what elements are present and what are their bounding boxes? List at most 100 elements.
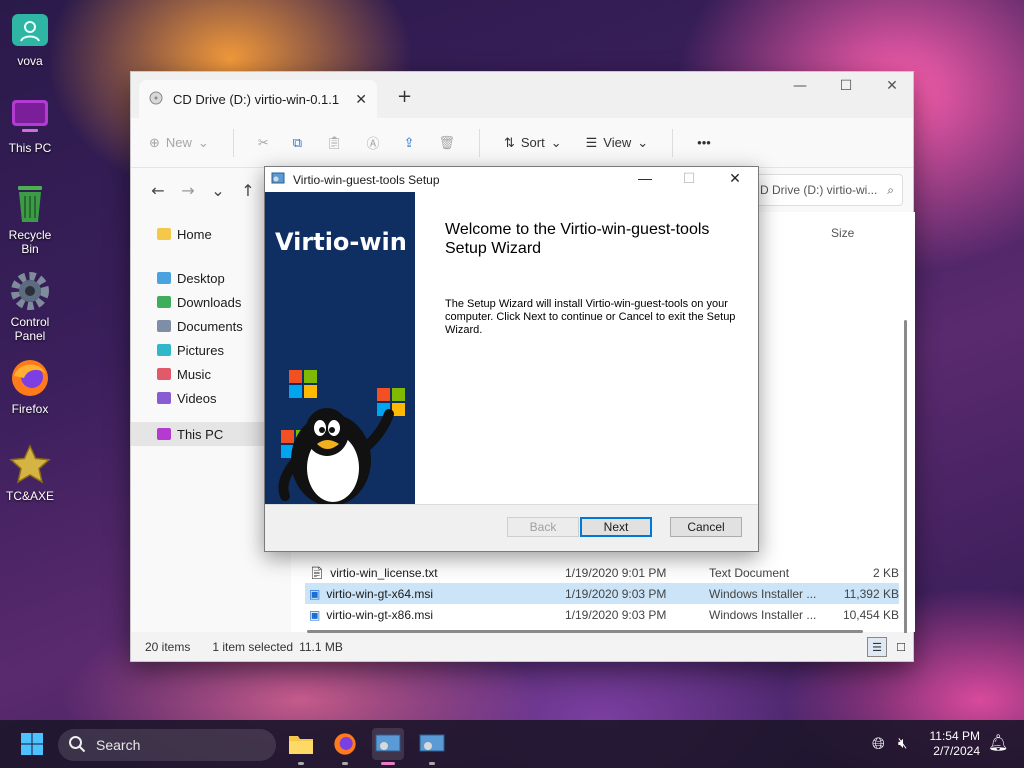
speaker-muted-icon[interactable]: 🔇︎ xyxy=(898,734,907,752)
videos-folder-icon xyxy=(157,392,171,404)
clock-date: 2/7/2024 xyxy=(933,744,980,758)
sort-button[interactable]: ⇅ Sort ⌄ xyxy=(504,135,562,151)
sort-icon: ⇅ xyxy=(503,134,515,150)
taskbar-setup-wizard[interactable] xyxy=(372,728,404,765)
table-row[interactable]: 📄︎ virtio-win_license.txt 1/19/2020 9:01 … xyxy=(305,562,899,583)
running-indicator xyxy=(298,762,304,765)
desktop-icon-vova[interactable]: vova xyxy=(2,8,58,68)
copy-button[interactable]: ⧉ xyxy=(293,135,302,151)
wizard-footer: Back Next Cancel xyxy=(265,504,758,552)
sidebar-item-label: Pictures xyxy=(177,342,224,358)
toolbar-divider xyxy=(478,128,480,157)
desktop-icon-recycle-bin[interactable]: Recycle Bin xyxy=(2,182,58,256)
desktop-icon-firefox[interactable]: Firefox xyxy=(2,356,58,416)
running-indicator xyxy=(342,762,348,765)
up-arrow-icon[interactable]: ↑ xyxy=(233,181,263,200)
view-button[interactable]: ☰ View ⌄ xyxy=(586,135,649,151)
back-button[interactable]: Back xyxy=(507,517,579,537)
notification-bell-icon[interactable]: 🔔︎ xyxy=(988,733,1008,752)
view-button-label: View xyxy=(603,135,632,150)
clock-time: 11:54 PM xyxy=(929,729,980,743)
taskbar-search[interactable]: Search xyxy=(58,729,276,761)
selection-count: 1 item selected xyxy=(212,640,294,654)
file-size: 11,392 KB xyxy=(843,586,899,601)
scissors-icon: ✂ xyxy=(257,134,269,150)
details-view-icon[interactable]: ☰ xyxy=(867,637,887,657)
cancel-button[interactable]: Cancel xyxy=(670,517,742,537)
globe-icon[interactable]: 🌐︎ xyxy=(872,734,885,754)
desktop-icon-label: vova xyxy=(17,54,43,68)
sidebar-item-label: This PC xyxy=(177,426,224,442)
desktop-icon-control-panel[interactable]: Control Panel xyxy=(2,269,58,343)
file-size: 2 KB xyxy=(872,565,899,580)
desktop-icon-label: Control Panel xyxy=(10,315,50,343)
column-header-size[interactable]: Size xyxy=(831,226,854,240)
file-date: 1/19/2020 9:03 PM xyxy=(565,607,667,622)
dialog-minimize-button[interactable]: — xyxy=(625,170,665,186)
more-options-button[interactable]: ••• xyxy=(697,135,711,150)
desktop-icon-label: Firefox xyxy=(11,402,49,416)
dialog-close-button[interactable]: ✕ xyxy=(715,170,755,187)
copy-icon: ⧉ xyxy=(292,134,303,150)
ellipsis-icon: ••• xyxy=(697,135,711,150)
vertical-scrollbar[interactable] xyxy=(903,212,909,650)
firefox-icon xyxy=(8,356,52,400)
taskbar-firefox[interactable] xyxy=(329,728,361,765)
table-row[interactable]: ▣ virtio-win-gt-x86.msi 1/19/2020 9:03 PM… xyxy=(305,604,899,625)
monitor-icon xyxy=(157,428,171,440)
tiles-view-icon[interactable]: ☐ xyxy=(891,637,911,657)
next-button[interactable]: Next xyxy=(580,517,652,537)
wizard-description: The Setup Wizard will install Virtio-win… xyxy=(445,298,736,336)
pictures-folder-icon xyxy=(157,344,171,356)
table-row[interactable]: ▣ virtio-win-gt-x64.msi 1/19/2020 9:03 PM… xyxy=(305,583,899,604)
new-button-label: New xyxy=(165,135,192,150)
rename-button[interactable]: Ⓐ xyxy=(367,133,380,152)
maximize-button[interactable]: ☐ xyxy=(823,78,869,94)
taskbar-file-explorer[interactable] xyxy=(285,728,317,765)
minimize-button[interactable]: — xyxy=(777,78,823,94)
desktop-icon-label: TC&AXE xyxy=(5,489,54,503)
scrollbar-thumb[interactable] xyxy=(904,320,907,650)
plus-circle-icon: ⊕ xyxy=(149,134,160,150)
trash-icon: 🗑︎ xyxy=(438,134,455,150)
tab-close-icon[interactable]: ✕ xyxy=(355,91,367,108)
explorer-tab[interactable]: CD Drive (D:) virtio-win-0.1.1 ✕ xyxy=(139,80,377,118)
clock[interactable]: 11:54 PM 2/7/2024 xyxy=(930,729,980,759)
music-folder-icon xyxy=(157,368,171,380)
paste-button[interactable]: 📋︎ xyxy=(326,135,343,151)
file-name: virtio-win-gt-x86.msi xyxy=(326,607,434,622)
sidebar-item-label: Downloads xyxy=(177,294,242,310)
close-button[interactable]: ✕ xyxy=(869,78,915,94)
wizard-banner: Virtio-win xyxy=(265,192,415,504)
new-tab-button[interactable]: + xyxy=(397,86,412,107)
taskbar-installer[interactable] xyxy=(416,728,448,765)
file-type: Text Document xyxy=(709,565,790,580)
new-button[interactable]: ⊕ New ⌄ xyxy=(149,135,209,151)
delete-button[interactable]: 🗑︎ xyxy=(438,135,455,151)
file-name: virtio-win-gt-x64.msi xyxy=(326,586,434,601)
downloads-folder-icon xyxy=(157,296,171,308)
share-button[interactable]: ⇪ xyxy=(404,135,415,151)
dialog-title: Virtio-win-guest-tools Setup xyxy=(293,172,440,187)
search-box[interactable]: D Drive (D:) virtio-wi... ⌕ xyxy=(751,174,903,206)
toolbar-divider xyxy=(232,128,234,157)
search-icon xyxy=(68,735,86,756)
sidebar-item-label: Home xyxy=(177,226,212,242)
start-button[interactable] xyxy=(16,728,48,760)
desktop-icon-this-pc[interactable]: This PC xyxy=(2,95,58,155)
desktop-icon-label: This PC xyxy=(8,141,52,155)
desktop-icon-tc-axe[interactable]: TC&AXE xyxy=(2,443,58,503)
item-count: 20 items xyxy=(145,640,191,654)
cut-button[interactable]: ✂ xyxy=(258,135,269,151)
setup-wizard-dialog: Virtio-win-guest-tools Setup — ☐ ✕ Virti… xyxy=(264,166,759,552)
sort-button-label: Sort xyxy=(520,135,545,150)
forward-arrow-icon[interactable]: → xyxy=(173,181,203,200)
text-file-icon: 📄︎ xyxy=(309,565,325,580)
recent-chevron-icon[interactable]: ⌄ xyxy=(203,181,233,200)
file-type: Windows Installer ... xyxy=(709,586,817,601)
firefox-icon xyxy=(334,733,356,755)
chevron-down-icon: ⌄ xyxy=(197,134,209,150)
chevron-down-icon: ⌄ xyxy=(637,134,649,150)
back-arrow-icon[interactable]: ← xyxy=(143,181,173,200)
cd-drive-icon xyxy=(149,91,163,108)
